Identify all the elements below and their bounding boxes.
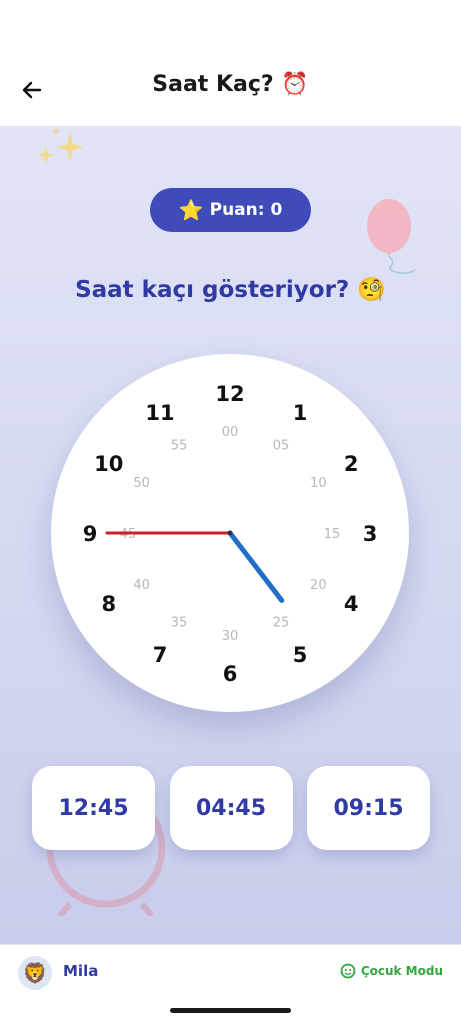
home-indicator [170, 1008, 291, 1013]
clock-center [227, 530, 233, 536]
hour-number: 6 [223, 662, 238, 686]
mode-label: Çocuk Modu [360, 964, 443, 978]
answer-options: 12:45 04:45 09:15 [32, 766, 430, 850]
hour-number: 9 [83, 522, 98, 546]
hour-number: 5 [293, 643, 308, 667]
star-icon: ⭐ [178, 198, 204, 222]
app-header: Saat Kaç? ⏰ [0, 0, 461, 126]
minute-label: 25 [273, 615, 290, 630]
answer-option[interactable]: 09:15 [307, 766, 430, 850]
lion-icon: 🦁 [22, 961, 48, 985]
hour-number: 7 [153, 643, 168, 667]
balloon-icon [367, 199, 416, 274]
clock-face-graphic: 000510152025303540455055121234567891011 [83, 382, 378, 686]
minute-label: 30 [222, 629, 239, 644]
minute-label: 50 [133, 476, 150, 491]
minute-label: 40 [133, 578, 150, 593]
hour-number: 8 [101, 592, 116, 616]
minute-label: 05 [273, 439, 290, 454]
avatar[interactable]: 🦁 [18, 956, 52, 990]
score-label: Puan: 0 [209, 200, 283, 220]
alarm-clock-icon: ⏰ [281, 72, 309, 97]
child-face-icon [340, 963, 356, 979]
bottom-bar: 🦁 Mila Çocuk Modu [0, 944, 461, 1000]
child-mode-button[interactable]: Çocuk Modu [340, 963, 443, 979]
hour-number: 11 [145, 401, 174, 425]
hour-number: 12 [215, 382, 244, 406]
hour-number: 10 [94, 452, 123, 476]
monocle-face-icon: 🧐 [357, 277, 386, 303]
user-name: Mila [63, 962, 99, 980]
answer-option[interactable]: 12:45 [32, 766, 155, 850]
hour-number: 3 [363, 522, 378, 546]
sparkle-icon [37, 126, 84, 164]
question-label: Saat kaçı gösteriyor? [75, 277, 350, 303]
minute-label: 15 [324, 527, 341, 542]
minute-label: 55 [171, 439, 188, 454]
hour-hand [227, 530, 285, 603]
answer-option[interactable]: 04:45 [169, 766, 293, 850]
analog-clock: 000510152025303540455055121234567891011 [51, 354, 409, 712]
page-title-text: Saat Kaç? [152, 72, 274, 97]
minute-label: 35 [171, 615, 188, 630]
minute-label: 00 [222, 425, 239, 440]
hour-number: 1 [293, 401, 308, 425]
question-text: Saat kaçı gösteriyor? 🧐 [0, 276, 461, 303]
minute-label: 20 [310, 578, 327, 593]
page-title: Saat Kaç? ⏰ [0, 72, 461, 97]
hour-number: 2 [344, 452, 359, 476]
game-area: ⭐ Puan: 0 Saat kaçı gösteriyor? 🧐 00 05 10… [0, 126, 461, 944]
hour-number: 4 [344, 592, 359, 616]
score-badge: ⭐ Puan: 0 [150, 188, 311, 232]
minute-label: 10 [310, 476, 327, 491]
